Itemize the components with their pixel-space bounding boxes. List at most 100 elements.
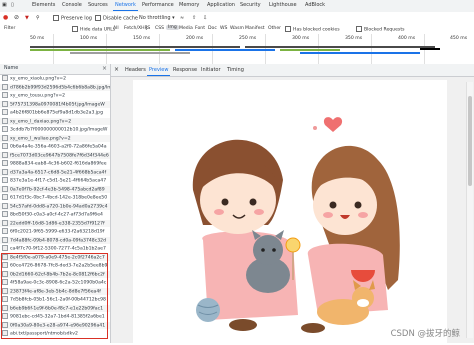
highlight-box	[1, 253, 108, 339]
tab-response[interactable]: Response	[173, 67, 197, 73]
image-file-icon	[2, 211, 8, 217]
request-row[interactable]: f5ce7073d03ce9647b7508fe7f6d34f344e6	[0, 151, 110, 160]
tab-headers[interactable]: Headers	[125, 67, 146, 73]
close-detail-icon[interactable]: ×	[114, 66, 119, 73]
boy-eye	[221, 198, 229, 206]
device-toggle-icon[interactable]: ▯	[11, 2, 14, 8]
type-filter-ws[interactable]: WS	[220, 26, 227, 31]
tab-network[interactable]: Network	[113, 2, 138, 11]
close-icon[interactable]: ×	[102, 65, 107, 72]
image-file-icon	[2, 245, 8, 251]
image-file-icon	[2, 228, 8, 234]
request-name: xy_emo_l_daxiao.png?v=2	[10, 119, 72, 124]
image-file-icon	[2, 219, 8, 226]
request-name: 6f0c2021-9f65-5999-e633-f2a63218d19f	[10, 229, 105, 235]
request-row[interactable]: xy_emo_l_wuliao.png?v=2	[0, 134, 110, 143]
request-row[interactable]: a4b26f801bb6e875ef9a8d1db3e2a3.jpg	[0, 109, 110, 117]
request-row[interactable]: 54c57afd-0dd8-a720-1b0e-94ad0a2739c4	[0, 202, 110, 211]
tab-application[interactable]: Application	[207, 2, 235, 8]
image-file-icon	[2, 143, 8, 149]
waterfall-bar	[420, 48, 440, 50]
tab-security[interactable]: Security	[240, 2, 261, 8]
disable-cache-checkbox[interactable]: Disable cache	[95, 15, 138, 22]
request-name: xy_emo_l_wuliao.png?v=2	[10, 136, 71, 141]
export-icon[interactable]: ⇩	[203, 15, 207, 21]
type-filter-js[interactable]: JS	[146, 26, 150, 31]
import-icon[interactable]: ⇧	[192, 15, 196, 21]
hide-data-urls-label: Hide data URLs	[80, 27, 116, 33]
throttling-value: No throttling	[139, 15, 171, 21]
type-filter-img[interactable]: Img	[166, 25, 179, 30]
image-preview-pane: CSDN @拔牙的鲸	[111, 77, 474, 343]
filter-icon[interactable]: ▼	[25, 15, 29, 21]
type-filter-other[interactable]: Other	[268, 26, 281, 31]
watermark: CSDN @拔牙的鲸	[390, 329, 460, 339]
inspect-icon[interactable]: ▣	[2, 2, 7, 8]
tab-elements[interactable]: Elements	[32, 2, 55, 8]
request-name: d37a3a4a-6517-c6d8-5e21-4f668b5aca4f	[10, 170, 107, 175]
tab-console[interactable]: Console	[62, 2, 82, 8]
request-row[interactable]: d37a3a4a-6517-c6d8-5e21-4f668b5aca4f	[0, 168, 110, 177]
record-icon[interactable]: ●	[3, 14, 8, 21]
request-row[interactable]: xy_emo_xiaolu.png?v=2	[0, 75, 110, 83]
tab-performance[interactable]: Performance	[142, 2, 174, 8]
name-column-header[interactable]: Name	[4, 66, 18, 71]
type-filter-media[interactable]: Media	[179, 26, 193, 31]
request-row[interactable]: 5f75731398a0970081f4b05f.jpg/ImageW	[0, 100, 110, 109]
type-filter-css[interactable]: CSS	[155, 26, 164, 31]
request-row[interactable]: 8bd50f30-c0a3-a0cf-4c27-af73d7a9f6e4	[0, 211, 110, 219]
tab-memory[interactable]: Memory	[179, 2, 199, 8]
boy-eye	[249, 198, 257, 206]
timeline-tick: 250 ms	[239, 36, 257, 41]
timeline-tick: 350 ms	[345, 36, 363, 41]
type-filter-manifest[interactable]: Manifest	[245, 26, 265, 31]
clear-icon[interactable]: ⊘	[14, 14, 19, 21]
request-row[interactable]: 0a7e0f7b-92cf-4e3b-5498-475abcd2af89	[0, 185, 110, 194]
request-row[interactable]: xy_emo_tousu.png?v=2	[0, 92, 110, 100]
request-row[interactable]: 617d1f3c-0bc7-4bcd-142e-318be0e8ee50	[0, 194, 110, 202]
type-filter-all[interactable]: All	[113, 26, 119, 31]
request-row[interactable]: 3cddb7b7f000000000012b10.jpg/ImageW	[0, 126, 110, 134]
request-row[interactable]: 7d4a88fc-09b4-8078-cd0a-09fa3748c32d	[0, 236, 110, 245]
search-icon[interactable]: ⚲	[36, 15, 40, 21]
request-row[interactable]: 9888a834-eab8-4c36-b602-f616da869fee	[0, 160, 110, 168]
type-filter-font[interactable]: Font	[195, 26, 205, 31]
request-name: 0a7e0f7b-92cf-4e3b-5498-475abcd2af89	[10, 187, 105, 192]
tab-sources[interactable]: Sources	[88, 2, 108, 8]
request-row[interactable]: 6f0c2021-9f65-5999-e633-f2a63218d19f	[0, 228, 110, 236]
request-row[interactable]: 0b6a4a4e-356a-4603-a2f0-72a86fe5a04a	[0, 143, 110, 151]
type-filter-fetch-xhr[interactable]: Fetch/XHR	[124, 26, 148, 31]
request-row[interactable]: 22edd0ff-16d8-1d86-e338-2355d7f9127f	[0, 219, 110, 228]
blocked-cookies-checkbox[interactable]: Has blocked cookies	[285, 26, 340, 33]
type-filter-doc[interactable]: Doc	[208, 26, 217, 31]
tab-adblock[interactable]: AdBlock	[305, 2, 325, 8]
tab-lighthouse[interactable]: Lighthouse	[269, 2, 297, 8]
request-row[interactable]: d786b2b99f93d2596d5b4c6b6b8a8b.jpg/Image…	[0, 83, 110, 92]
image-file-icon	[2, 194, 8, 200]
throttling-select[interactable]: No throttling ▾	[139, 15, 175, 21]
timeline-tick: 50 ms	[30, 36, 45, 41]
request-row[interactable]: xy_emo_l_daxiao.png?v=2	[0, 117, 110, 126]
cat-eye	[272, 248, 276, 252]
hide-data-urls-checkbox[interactable]: Hide data URLs	[72, 26, 115, 33]
scrollbar-thumb[interactable]	[468, 96, 472, 186]
preview-scrollbar[interactable]	[466, 82, 473, 338]
timeline-overview[interactable]: 50 ms 100 ms 150 ms 200 ms 250 ms 300 ms…	[0, 34, 474, 65]
request-row[interactable]: ca4f7c70-9f12-5300-7277-4c5a1b1b2ae7	[0, 245, 110, 253]
filter-input[interactable]: Filter	[4, 26, 15, 31]
tab-preview[interactable]: Preview	[146, 67, 171, 76]
type-filter-wasm[interactable]: Wasm	[230, 26, 244, 31]
request-name: xy_emo_xiaolu.png?v=2	[10, 76, 67, 82]
request-name: 0b6a4a4e-356a-4603-a2f0-72a86fe5a04a	[10, 144, 107, 150]
request-name: d786b2b99f93d2596d5b4c6b6b8a8b.jpg/Image…	[10, 85, 110, 90]
cat-eye	[261, 248, 265, 252]
request-row[interactable]: 837e3a1e-4f17-c5d1-5e21-4f664b5aca47	[0, 177, 110, 185]
tab-timing[interactable]: Timing	[227, 67, 244, 73]
tab-initiator[interactable]: Initiator	[201, 67, 221, 73]
blocked-requests-checkbox[interactable]: Blocked Requests	[356, 26, 405, 33]
wifi-icon[interactable]: ≈	[180, 15, 184, 21]
lollipop-icon	[285, 237, 301, 253]
preserve-log-checkbox[interactable]: Preserve log	[53, 15, 92, 22]
boy-blush	[254, 209, 264, 215]
timeline-tick: 450 ms	[450, 36, 468, 41]
